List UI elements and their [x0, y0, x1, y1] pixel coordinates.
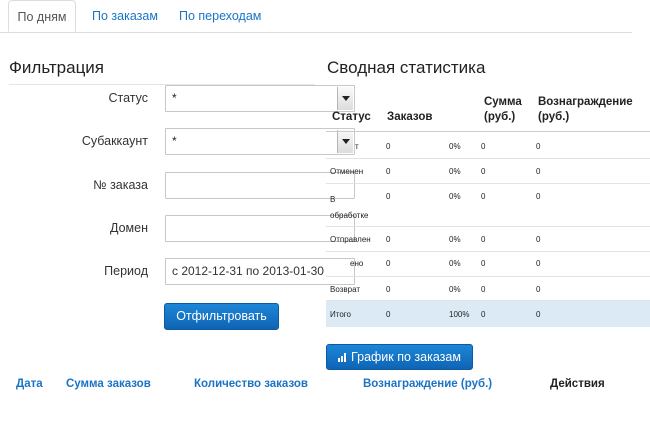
- stats-total-status: Итого: [330, 310, 351, 319]
- stats-row-reward: 0: [536, 167, 541, 176]
- orders-chart-button-label: График по заказам: [351, 350, 461, 364]
- stats-row-percent: 0%: [449, 235, 461, 244]
- period-input[interactable]: с 2012-12-31 по 2013-01-30: [165, 258, 355, 285]
- stats-header-reward-line2: (руб.): [538, 111, 570, 123]
- stats-header-reward-line1: Вознаграждение: [538, 96, 633, 108]
- stats-row-status: Отменен: [330, 167, 364, 176]
- domain-label: Домен: [109, 221, 148, 235]
- stats-row-status: Отправлен: [330, 235, 371, 244]
- column-header-orders-count[interactable]: Количество заказов: [194, 378, 308, 390]
- stats-header-orders: Заказов: [387, 111, 433, 123]
- stats-row-percent: 0%: [449, 142, 461, 151]
- subaccount-select[interactable]: *: [165, 128, 355, 155]
- stats-header-status: Статус: [332, 111, 371, 123]
- stats-row-percent: 0%: [449, 167, 461, 176]
- stats-row-sum: 0: [481, 285, 486, 294]
- column-header-reward[interactable]: Вознаграждение (руб.): [363, 378, 492, 390]
- filter-title: Фильтрация: [9, 58, 105, 77]
- stats-row-orders: 0: [386, 285, 391, 294]
- row-divider: [326, 226, 650, 227]
- stats-row-orders: 0: [386, 167, 391, 176]
- stats-header-sum-line1: Сумма: [484, 96, 522, 108]
- period-value: с 2012-12-31 по 2013-01-30: [172, 264, 324, 278]
- stats-row-orders: 0: [386, 192, 391, 201]
- orders-chart-button[interactable]: График по заказам: [326, 344, 473, 370]
- stats-header-sum-line2: (руб.): [484, 111, 516, 123]
- stats-row-status: т: [355, 142, 359, 151]
- tab-by-days[interactable]: По дням: [8, 0, 76, 32]
- subaccount-label: Субаккаунт: [81, 134, 148, 148]
- stats-row-percent: 0%: [449, 285, 461, 294]
- subaccount-select-value: *: [172, 134, 177, 148]
- stats-row-sum: 0: [481, 142, 486, 151]
- status-select[interactable]: *: [165, 85, 355, 112]
- stats-header-reward: Вознаграждение (руб.): [538, 95, 633, 125]
- stats-total-sum: 0: [481, 310, 486, 319]
- stats-total-orders: 0: [386, 310, 391, 319]
- stats-row-orders: 0: [386, 142, 391, 151]
- status-select-value: *: [172, 91, 177, 105]
- stats-header-sum: Сумма (руб.): [484, 95, 522, 125]
- stats-row-sum: 0: [481, 235, 486, 244]
- stats-total-percent: 100%: [449, 310, 470, 319]
- chevron-down-icon[interactable]: [337, 87, 353, 110]
- status-label: Статус: [108, 91, 148, 105]
- stats-row-status-line1: В: [330, 195, 336, 204]
- column-header-date[interactable]: Дата: [16, 378, 43, 390]
- column-header-actions: Действия: [550, 378, 605, 390]
- domain-input[interactable]: [165, 215, 355, 242]
- stats-row-status: ено: [350, 259, 364, 268]
- column-header-orders-sum[interactable]: Сумма заказов: [66, 378, 151, 390]
- period-label: Период: [104, 264, 148, 278]
- stats-title: Сводная статистика: [327, 58, 486, 77]
- stats-row-reward: 0: [536, 259, 541, 268]
- row-divider: [326, 183, 650, 184]
- filter-button[interactable]: Отфильтровать: [164, 303, 279, 330]
- stats-row-reward: 0: [536, 235, 541, 244]
- order-number-input[interactable]: [165, 172, 355, 199]
- stats-row-status: В обработке: [330, 192, 369, 224]
- tab-bar: По дням По заказам По переходам: [0, 0, 632, 33]
- stats-row-reward: 0: [536, 192, 541, 201]
- stats-row-sum: 0: [481, 192, 486, 201]
- stats-row-percent: 0%: [449, 192, 461, 201]
- stats-row-status: Возврат: [330, 285, 360, 294]
- stats-row-sum: 0: [481, 259, 486, 268]
- stats-row-sum: 0: [481, 167, 486, 176]
- order-number-label: № заказа: [93, 178, 148, 192]
- stats-row-reward: 0: [536, 142, 541, 151]
- stats-row-percent: 0%: [449, 259, 461, 268]
- tab-by-orders[interactable]: По заказам: [92, 0, 158, 32]
- tab-by-clicks[interactable]: По переходам: [179, 0, 261, 32]
- stats-header-divider: [326, 131, 650, 132]
- chevron-down-icon[interactable]: [337, 130, 353, 153]
- row-divider: [326, 276, 650, 277]
- stats-total-row: [326, 301, 650, 327]
- stats-total-reward: 0: [536, 310, 541, 319]
- row-divider: [326, 251, 650, 252]
- stats-row-reward: 0: [536, 285, 541, 294]
- stats-row-status-line2: обработке: [330, 211, 369, 220]
- stats-row-orders: 0: [386, 259, 391, 268]
- row-divider: [326, 158, 650, 159]
- bar-chart-icon: [338, 353, 347, 362]
- stats-row-orders: 0: [386, 235, 391, 244]
